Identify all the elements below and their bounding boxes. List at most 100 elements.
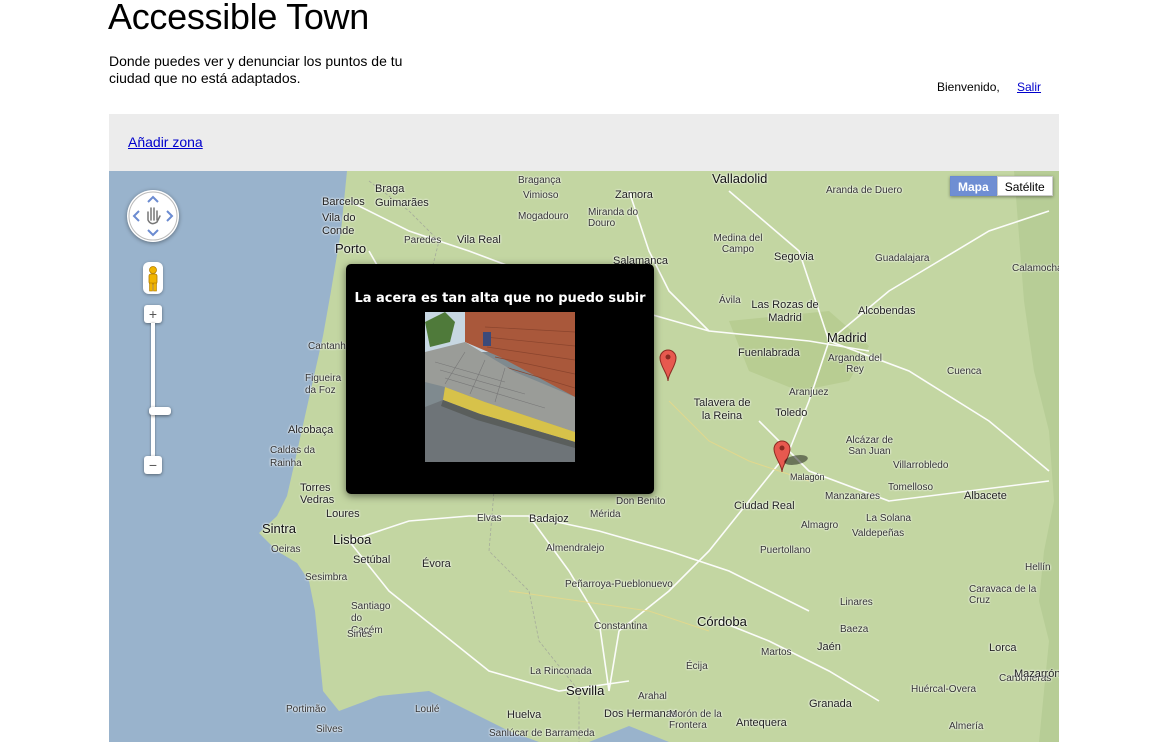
- place-label: Lorca: [989, 642, 1017, 654]
- map-type-map-button[interactable]: Mapa: [950, 176, 997, 196]
- place-label: Almagro: [801, 520, 839, 531]
- place-label: Braga: [375, 183, 405, 195]
- place-label: Segovia: [774, 251, 814, 263]
- toolbar: Añadir zona: [109, 114, 1059, 171]
- place-label: Manzanares: [825, 491, 881, 502]
- place-label: Hellín: [1025, 562, 1051, 573]
- zoom-slider-thumb[interactable]: [149, 407, 171, 415]
- place-label: Portimão: [286, 704, 327, 715]
- place-label: Peñarroya-Pueblonuevo: [565, 579, 673, 590]
- pan-control[interactable]: [127, 190, 179, 242]
- place-label: Aranda de Duero: [826, 185, 903, 196]
- place-label: Guadalajara: [875, 253, 930, 264]
- place-label: Porto: [335, 241, 367, 256]
- place-label: Silves: [316, 724, 343, 735]
- zoom-slider-track[interactable]: [149, 323, 171, 459]
- place-label: Huelva: [507, 709, 542, 721]
- place-label: Jaén: [817, 641, 841, 653]
- place-label: Sesimbra: [305, 572, 348, 583]
- place-label: Miranda do Douro: [588, 207, 639, 229]
- place-label: Alcobendas: [858, 305, 916, 317]
- logout-link[interactable]: Salir: [1017, 80, 1041, 94]
- map-type-control: Mapa Satélite: [950, 176, 1053, 196]
- place-label: Guimarães: [375, 197, 429, 209]
- place-label: Lisboa: [333, 532, 372, 547]
- place-label: Loulé: [415, 704, 440, 715]
- place-label: Évora: [422, 558, 451, 570]
- place-label: Zamora: [615, 189, 653, 201]
- map-type-satellite-button[interactable]: Satélite: [996, 176, 1053, 196]
- plus-icon: +: [148, 306, 158, 322]
- zoom-control: + −: [144, 305, 171, 477]
- place-label: Baeza: [840, 624, 869, 635]
- zoom-out-button[interactable]: −: [144, 456, 162, 474]
- info-window: La acera es tan alta que no puedo subir: [346, 264, 654, 494]
- place-label: Badajoz: [529, 513, 569, 525]
- map-marker[interactable]: [771, 437, 793, 473]
- place-label: Aranjuez: [789, 387, 829, 398]
- place-label: Constantina: [594, 621, 648, 632]
- place-label: Caldas da Rainha: [270, 445, 316, 469]
- place-label: Calamocha: [1012, 263, 1059, 274]
- place-label: Barcelos: [322, 196, 365, 208]
- place-label: Écija: [686, 661, 708, 672]
- place-label: Dos Hermanas: [604, 708, 678, 720]
- place-label: Caravaca de la Cruz: [969, 584, 1037, 606]
- place-label: Ciudad Real: [734, 500, 795, 512]
- place-label: Vimioso: [523, 190, 559, 201]
- place-label: Alcázar de San Juan: [845, 435, 894, 457]
- place-label: Talavera de la Reina: [693, 397, 751, 422]
- place-label: Toledo: [775, 407, 808, 419]
- place-label: Las Rozas de Madrid: [751, 299, 819, 324]
- welcome-text: Bienvenido,: [937, 80, 1000, 94]
- place-label: Torres Vedras: [300, 482, 335, 506]
- place-label: Sevilla: [566, 683, 605, 698]
- place-label: Sines: [347, 629, 373, 640]
- place-label: Setúbal: [353, 554, 391, 566]
- map[interactable]: Valladolid Braga Bragança Zamora Aranda …: [109, 171, 1059, 742]
- place-label: Martos: [761, 647, 792, 658]
- place-label: Almería: [949, 721, 984, 732]
- place-label: Huércal-Overa: [911, 684, 977, 695]
- place-label: Bragança: [518, 175, 561, 186]
- place-label: Granada: [809, 698, 852, 710]
- place-label: Alcobaça: [288, 424, 334, 436]
- place-label: Villarrobledo: [893, 460, 949, 471]
- place-label: Morón de la Frontera: [669, 709, 722, 731]
- place-label: La Rinconada: [530, 666, 592, 677]
- info-window-pointer: [644, 367, 654, 383]
- place-label: Paredes: [404, 235, 442, 246]
- place-label: Loures: [326, 508, 360, 520]
- place-label: Almendralejo: [546, 543, 605, 554]
- place-label: Ávila: [719, 295, 741, 306]
- place-label: Elvas: [477, 513, 502, 524]
- place-label: Arahal: [638, 691, 667, 702]
- zoom-in-button[interactable]: +: [144, 305, 162, 323]
- place-label: Córdoba: [697, 614, 747, 629]
- place-label: Oeiras: [271, 544, 301, 555]
- place-label: Malagón: [790, 472, 825, 482]
- street-view-pegman-icon[interactable]: [143, 262, 163, 294]
- place-label: Mérida: [590, 509, 621, 520]
- place-label: Don Benito: [616, 496, 666, 507]
- minus-icon: −: [148, 457, 158, 473]
- place-label: Figueira da Foz: [305, 373, 342, 396]
- place-label: Antequera: [736, 717, 787, 729]
- info-window-photo: [425, 312, 575, 462]
- place-label: Vila Real: [457, 234, 501, 246]
- place-label: La Solana: [866, 513, 912, 524]
- place-label: Puertollano: [760, 545, 811, 556]
- place-label: Albacete: [964, 490, 1007, 502]
- page-subtitle: Donde puedes ver y denunciar los puntos …: [109, 53, 403, 86]
- place-label: Tomelloso: [888, 482, 934, 493]
- place-label: Madrid: [827, 330, 867, 345]
- place-label: Mogadouro: [518, 211, 569, 222]
- add-zone-link[interactable]: Añadir zona: [128, 134, 203, 150]
- place-label: Sanlúcar de Barrameda: [489, 728, 595, 739]
- page-title: Accessible Town: [108, 0, 369, 37]
- map-marker[interactable]: [657, 346, 679, 382]
- place-label: Medina del Campo: [713, 233, 763, 255]
- place-label: Valladolid: [712, 171, 768, 186]
- place-label: Cuenca: [947, 366, 982, 377]
- info-window-title: La acera es tan alta que no puedo subir: [354, 291, 646, 306]
